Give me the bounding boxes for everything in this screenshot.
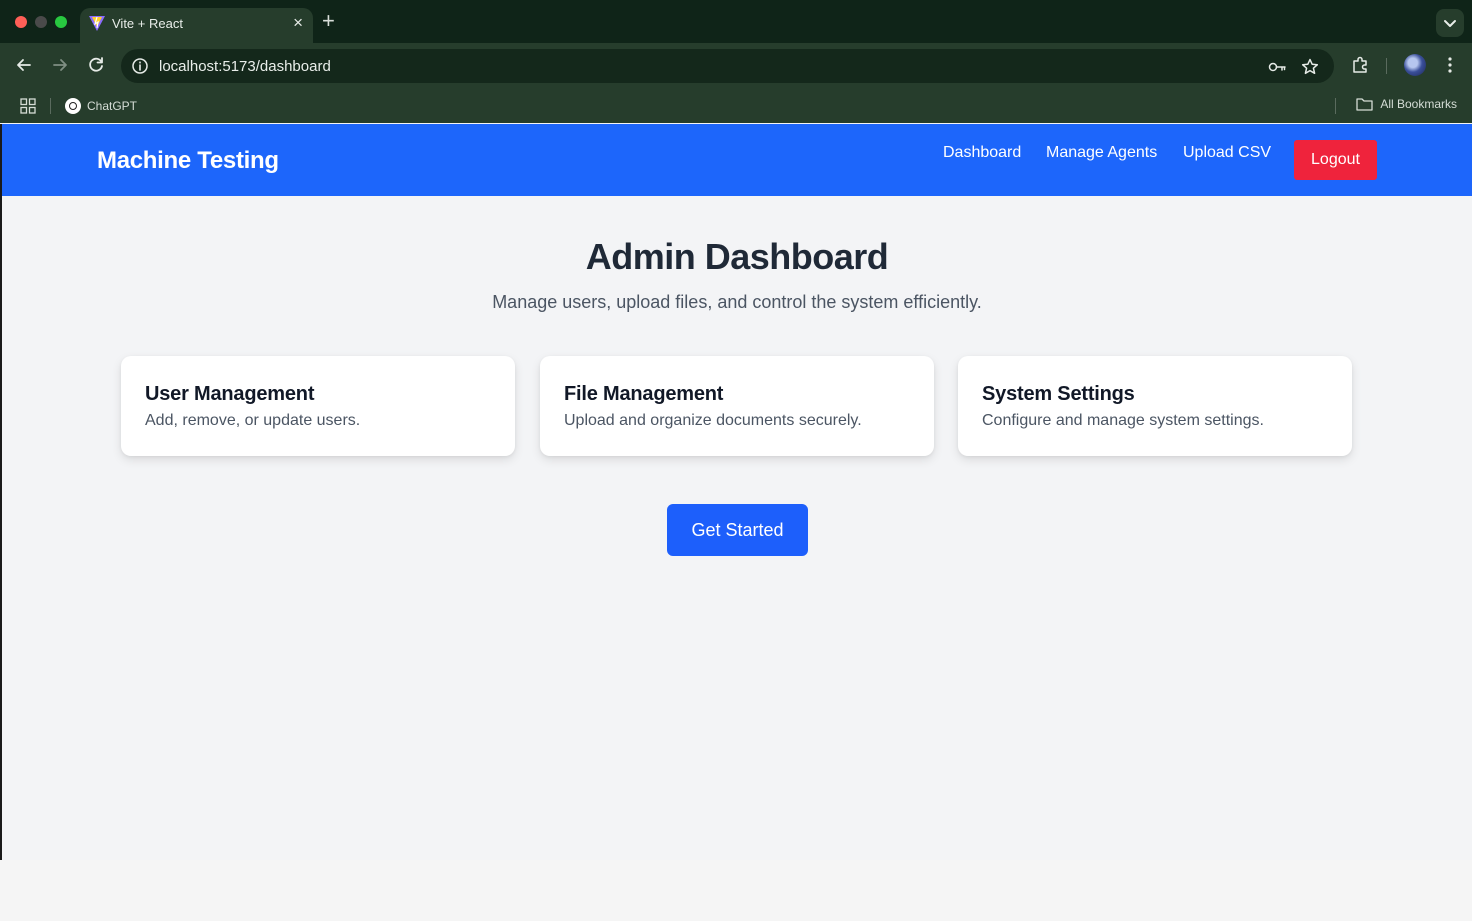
all-bookmarks-label: All Bookmarks	[1380, 97, 1457, 111]
vite-logo-icon	[89, 16, 105, 31]
bookmarks-divider	[1335, 98, 1336, 114]
url-text[interactable]: localhost:5173/dashboard	[159, 58, 331, 75]
card-title: File Management	[564, 383, 724, 405]
logout-button[interactable]: Logout	[1294, 140, 1377, 180]
bookmark-chatgpt[interactable]: ChatGPT	[65, 97, 137, 115]
card-system-settings[interactable]: System Settings Configure and manage sys…	[958, 356, 1352, 456]
get-started-button[interactable]: Get Started	[667, 504, 808, 556]
apps-grid-icon[interactable]	[20, 98, 36, 114]
card-title: User Management	[145, 383, 315, 405]
tab-close-icon[interactable]: ×	[293, 13, 303, 33]
password-key-icon[interactable]	[1267, 57, 1287, 77]
address-bar[interactable]: localhost:5173/dashboard	[121, 49, 1334, 83]
folder-icon	[1356, 98, 1373, 111]
site-info-icon[interactable]	[131, 57, 149, 75]
chatgpt-logo-icon	[65, 98, 81, 114]
card-description: Add, remove, or update users.	[145, 412, 361, 429]
reload-icon[interactable]	[85, 54, 107, 76]
card-title: System Settings	[982, 383, 1135, 405]
page-subtitle: Manage users, upload files, and control …	[492, 292, 982, 312]
bookmarks-divider	[50, 98, 51, 114]
card-user-management[interactable]: User Management Add, remove, or update u…	[121, 356, 515, 456]
browser-tab-strip: Vite + React × +	[0, 0, 1472, 43]
forward-arrow-icon[interactable]	[49, 54, 71, 76]
window-close-button[interactable]	[15, 16, 27, 28]
card-description: Upload and organize documents securely.	[564, 412, 862, 429]
browser-tab[interactable]: Vite + React ×	[80, 8, 313, 43]
window-zoom-button[interactable]	[55, 16, 67, 28]
toolbar-divider	[1386, 58, 1387, 74]
window-minimize-button[interactable]	[35, 16, 47, 28]
nav-link-upload-csv[interactable]: Upload CSV	[1183, 144, 1271, 162]
tab-search-button[interactable]	[1436, 9, 1464, 37]
tab-title: Vite + React	[112, 16, 183, 31]
page-title: Admin Dashboard	[585, 236, 889, 277]
back-arrow-icon[interactable]	[13, 54, 35, 76]
all-bookmarks-button[interactable]: All Bookmarks	[1356, 97, 1457, 111]
app-navbar: Machine Testing Dashboard Manage Agents …	[2, 124, 1472, 196]
bookmark-star-icon[interactable]	[1300, 57, 1320, 77]
profile-avatar[interactable]	[1404, 54, 1426, 76]
nav-link-dashboard[interactable]: Dashboard	[943, 144, 1021, 162]
extensions-puzzle-icon[interactable]	[1349, 54, 1371, 76]
bookmark-label: ChatGPT	[87, 99, 138, 113]
nav-link-manage-agents[interactable]: Manage Agents	[1046, 144, 1157, 162]
browser-toolbar: localhost:5173/dashboard	[0, 43, 1472, 88]
card-file-management[interactable]: File Management Upload and organize docu…	[540, 356, 934, 456]
window-bottom-area	[0, 860, 1472, 921]
bookmarks-bar: ChatGPT All Bookmarks	[0, 88, 1472, 123]
dashboard-main: Admin Dashboard Manage users, upload fil…	[2, 196, 1472, 860]
new-tab-button[interactable]: +	[322, 9, 335, 33]
brand-title[interactable]: Machine Testing	[97, 147, 279, 175]
more-menu-icon[interactable]	[1439, 54, 1461, 76]
chevron-down-icon	[1444, 20, 1456, 27]
card-description: Configure and manage system settings.	[982, 412, 1264, 429]
